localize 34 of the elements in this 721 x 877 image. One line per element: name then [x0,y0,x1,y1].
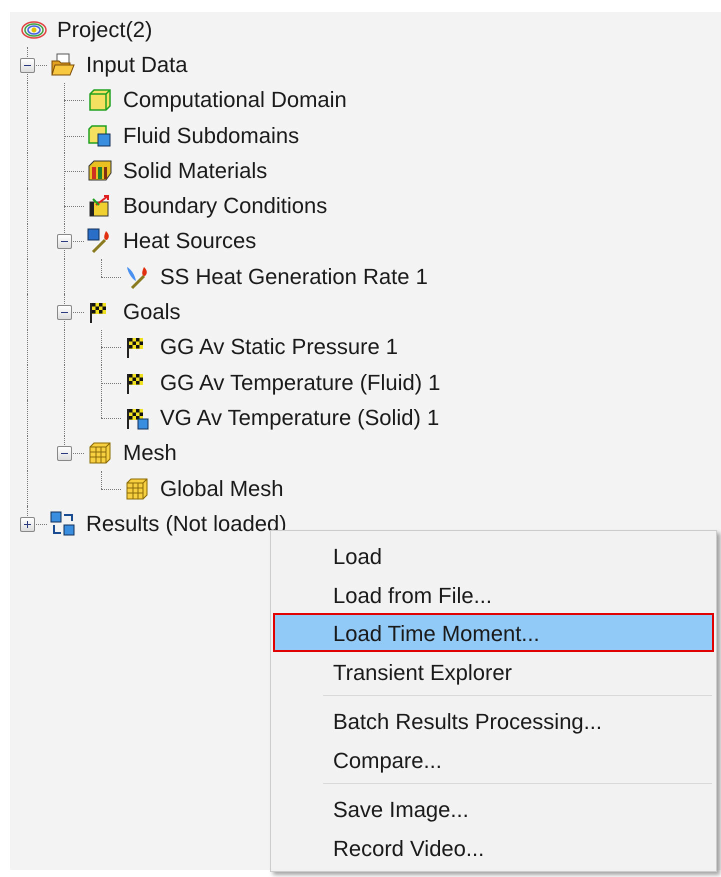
tree-item[interactable]: Goals [123,299,180,326]
tree-item[interactable]: Mesh [123,440,177,466]
cube-icon [87,87,113,114]
menu-item[interactable]: Load from File... [273,574,714,613]
tree-item[interactable]: Solid Materials [123,158,268,184]
expand-toggle[interactable] [57,234,72,250]
tree-item[interactable]: VG Av Temperature (Solid) 1 [160,404,440,431]
tree-item[interactable]: Input Data [86,52,188,78]
tree-item[interactable]: GG Av Temperature (Fluid) 1 [160,370,440,396]
tree-item[interactable]: Fluid Subdomains [123,122,300,149]
menu-item[interactable]: Compare... [273,740,714,778]
expand-toggle[interactable] [57,305,72,320]
tree-item[interactable]: GG Av Static Pressure 1 [160,334,398,360]
folder-icon [50,52,76,78]
menu-item[interactable]: Save Image... [273,789,714,828]
tree-item[interactable]: Global Mesh [160,476,284,502]
expand-toggle[interactable] [57,446,72,462]
cubes-icon [87,122,113,149]
menu-item[interactable]: Load [273,536,714,574]
menu-item[interactable]: Transient Explorer [273,652,714,690]
grid-cube-icon [87,440,113,466]
expand-toggle[interactable] [20,516,35,532]
menu-item[interactable]: Record Video... [273,828,714,866]
tree-item[interactable]: SS Heat Generation Rate 1 [160,264,428,290]
tree-item[interactable]: Computational Domain [123,87,347,114]
menu-item[interactable]: Batch Results Processing... [273,701,714,740]
tree-item[interactable]: Project(2) [57,16,152,43]
tree-item[interactable]: Boundary Conditions [123,193,328,220]
tree-item[interactable]: Results (Not loaded) [86,510,287,537]
grid-cube-icon [124,476,150,502]
menu-item[interactable]: Load Time Moment... [273,613,714,652]
expand-toggle[interactable] [20,58,35,73]
tree-item[interactable]: Heat Sources [123,228,256,254]
cubes-arrows-icon [50,510,76,537]
